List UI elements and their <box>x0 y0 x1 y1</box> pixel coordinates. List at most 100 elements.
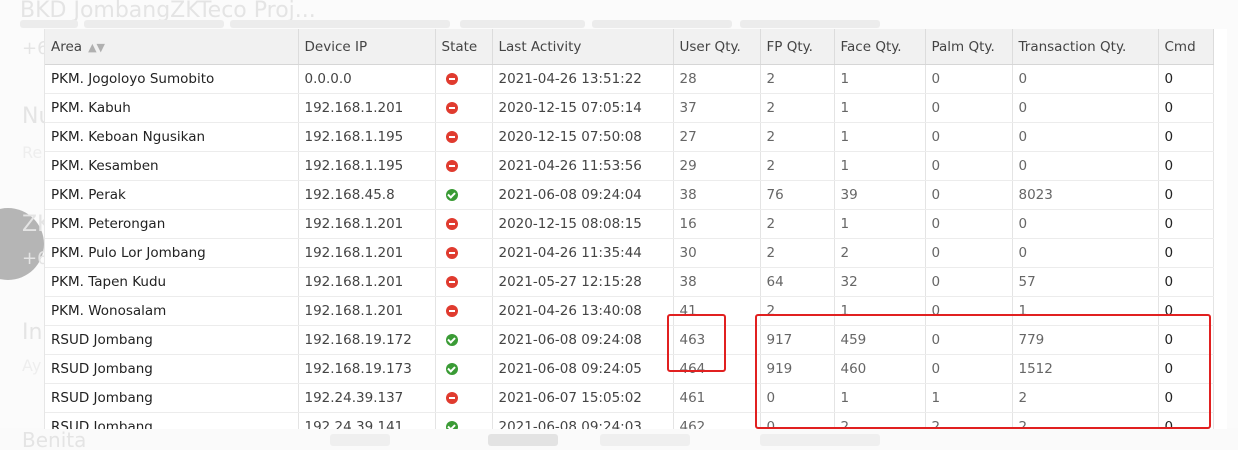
cell-last-activity: 2020-12-15 07:05:14 <box>492 93 674 123</box>
cell-state <box>435 267 493 297</box>
cell-area: PKM. Peterongan <box>45 209 299 239</box>
background-tab <box>84 20 224 28</box>
column-header-palm-qty[interactable]: Palm Qty. <box>925 29 1013 65</box>
sort-arrows-icon[interactable]: ▲▼ <box>88 41 105 54</box>
cell-user-qty: 37 <box>673 93 761 123</box>
cell-fp-qty: 2 <box>760 93 835 123</box>
cell-state <box>435 238 493 268</box>
minus-circle-icon <box>445 276 458 288</box>
cell-area: RSUD Jombang <box>45 354 299 384</box>
cell-area: PKM. Keboan Ngusikan <box>45 122 299 152</box>
cell-fp-qty: 0 <box>760 383 835 413</box>
cell-palm-qty: 0 <box>925 238 1013 268</box>
cell-fp-qty: 2 <box>760 296 835 326</box>
cell-device-ip: 192.168.1.195 <box>298 122 436 152</box>
cell-face-qty: 39 <box>834 180 926 210</box>
cell-face-qty: 2 <box>834 412 926 429</box>
cell-face-qty: 1 <box>834 151 926 181</box>
cell-face-qty: 459 <box>834 325 926 355</box>
cell-user-qty: 464 <box>673 354 761 384</box>
cell-state <box>435 180 493 210</box>
cell-last-activity: 2021-04-26 11:35:44 <box>492 238 674 268</box>
background-tab <box>20 20 78 28</box>
cell-transaction-qty: 779 <box>1012 325 1159 355</box>
cell-face-qty: 1 <box>834 64 926 94</box>
cell-face-qty: 32 <box>834 267 926 297</box>
cell-device-ip: 192.168.1.195 <box>298 151 436 181</box>
cell-transaction-qty: 1512 <box>1012 354 1159 384</box>
cell-device-ip: 192.168.19.173 <box>298 354 436 384</box>
cell-area: RSUD Jombang <box>45 325 299 355</box>
cell-cmd: 0 <box>1158 151 1214 181</box>
column-header-cmd[interactable]: Cmd <box>1158 29 1214 65</box>
cell-cmd: 0 <box>1158 180 1214 210</box>
cell-transaction-qty: 0 <box>1012 151 1159 181</box>
cell-transaction-qty: 57 <box>1012 267 1159 297</box>
cell-last-activity: 2020-12-15 07:50:08 <box>492 122 674 152</box>
table-row[interactable]: PKM. Tapen Kudu 192.168.1.201 2021-05-27 1… <box>45 267 1214 297</box>
cell-transaction-qty: 0 <box>1012 64 1159 94</box>
cell-user-qty: 29 <box>673 151 761 181</box>
table-row[interactable]: RSUD Jombang 192.24.39.137 2021-06-07 15:0… <box>45 383 1214 413</box>
cell-cmd: 0 <box>1158 296 1214 326</box>
cell-palm-qty: 0 <box>925 296 1013 326</box>
cell-user-qty: 16 <box>673 209 761 239</box>
table-row[interactable]: PKM. Kesamben 192.168.1.195 2021-04-26 11:… <box>45 151 1214 181</box>
table-row[interactable]: PKM. Keboan Ngusikan 192.168.1.195 2020-12… <box>45 122 1214 152</box>
table-row[interactable]: PKM. Perak 192.168.45.8 2021-06-08 09:24:0… <box>45 180 1214 210</box>
cell-face-qty: 1 <box>834 122 926 152</box>
column-header-device-ip[interactable]: Device IP <box>298 29 436 65</box>
table-row[interactable]: PKM. Kabuh 192.168.1.201 2020-12-15 07:05:… <box>45 93 1214 123</box>
column-header-area[interactable]: Area ▲▼ <box>45 29 299 65</box>
cell-cmd: 0 <box>1158 122 1214 152</box>
cell-user-qty: 462 <box>673 412 761 429</box>
cell-last-activity: 2021-06-08 09:24:08 <box>492 325 674 355</box>
column-header-fp-qty[interactable]: FP Qty. <box>760 29 835 65</box>
cell-transaction-qty: 8023 <box>1012 180 1159 210</box>
column-header-face-qty[interactable]: Face Qty. <box>834 29 926 65</box>
cell-cmd: 0 <box>1158 354 1214 384</box>
cell-state <box>435 151 493 181</box>
cell-palm-qty: 2 <box>925 412 1013 429</box>
cell-cmd: 0 <box>1158 412 1214 429</box>
cell-face-qty: 1 <box>834 93 926 123</box>
table-row[interactable]: RSUD Jombang 192.168.19.173 2021-06-08 09:… <box>45 354 1214 384</box>
minus-circle-icon <box>445 218 458 230</box>
table-row[interactable]: RSUD Jombang 192.24.39.141 2021-06-08 09:2… <box>45 412 1214 429</box>
cell-cmd: 0 <box>1158 64 1214 94</box>
column-header-user-qty[interactable]: User Qty. <box>673 29 761 65</box>
device-table: Area ▲▼ Device IP State Last Activity Use… <box>45 29 1214 429</box>
table-row[interactable]: PKM. Jogoloyo Sumobito 0.0.0.0 2021-04-26 … <box>45 64 1214 94</box>
cell-last-activity: 2021-04-26 13:51:22 <box>492 64 674 94</box>
table-row[interactable]: RSUD Jombang 192.168.19.172 2021-06-08 09:… <box>45 325 1214 355</box>
column-header-transaction-qty[interactable]: Transaction Qty. <box>1012 29 1159 65</box>
minus-circle-icon <box>445 131 458 143</box>
table-row[interactable]: PKM. Wonosalam 192.168.1.201 2021-04-26 13… <box>45 296 1214 326</box>
column-header-last-activity[interactable]: Last Activity <box>492 29 674 65</box>
cell-transaction-qty: 0 <box>1012 93 1159 123</box>
cell-user-qty: 41 <box>673 296 761 326</box>
cell-palm-qty: 0 <box>925 354 1013 384</box>
cell-device-ip: 192.24.39.141 <box>298 412 436 429</box>
cell-device-ip: 192.168.1.201 <box>298 93 436 123</box>
cell-fp-qty: 917 <box>760 325 835 355</box>
cell-cmd: 0 <box>1158 209 1214 239</box>
cell-state <box>435 354 493 384</box>
cell-fp-qty: 64 <box>760 267 835 297</box>
cell-device-ip: 192.168.19.172 <box>298 325 436 355</box>
background-fragment: Benita <box>22 428 87 452</box>
cell-device-ip: 192.168.1.201 <box>298 238 436 268</box>
cell-palm-qty: 0 <box>925 93 1013 123</box>
device-table-panel: Area ▲▼ Device IP State Last Activity Use… <box>44 29 1227 429</box>
cell-last-activity: 2021-06-08 09:24:05 <box>492 354 674 384</box>
column-header-state[interactable]: State <box>435 29 493 65</box>
cell-state <box>435 93 493 123</box>
cell-transaction-qty: 0 <box>1012 238 1159 268</box>
cell-last-activity: 2021-04-26 11:53:56 <box>492 151 674 181</box>
cell-area: PKM. Pulo Lor Jombang <box>45 238 299 268</box>
cell-area: PKM. Perak <box>45 180 299 210</box>
table-row[interactable]: PKM. Pulo Lor Jombang 192.168.1.201 2021-0… <box>45 238 1214 268</box>
table-header-row: Area ▲▼ Device IP State Last Activity Use… <box>45 29 1214 65</box>
cell-transaction-qty: 0 <box>1012 209 1159 239</box>
table-row[interactable]: PKM. Peterongan 192.168.1.201 2020-12-15 0… <box>45 209 1214 239</box>
